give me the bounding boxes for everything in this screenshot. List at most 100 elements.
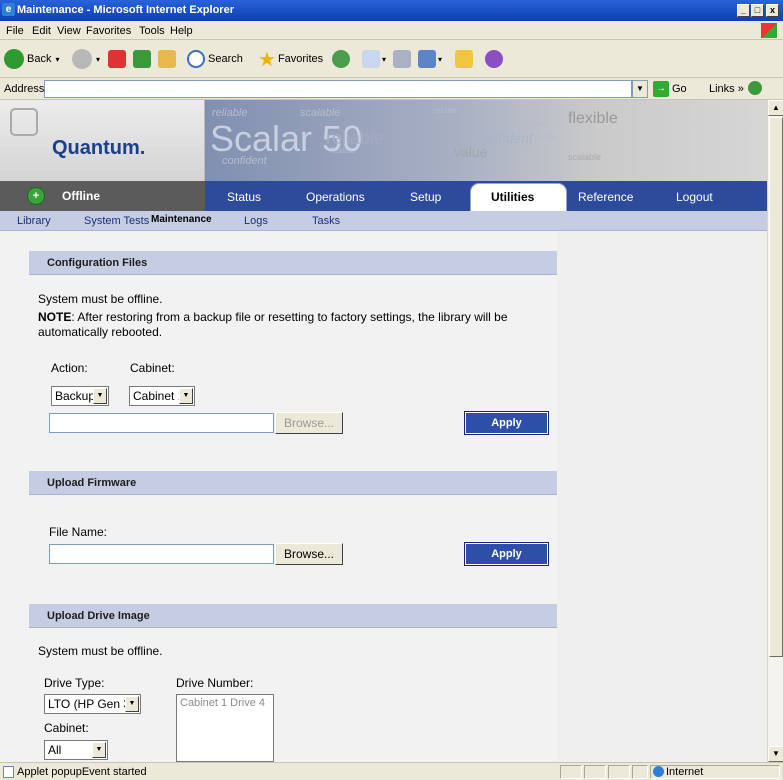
- nav-operations[interactable]: Operations: [306, 190, 365, 204]
- edit-icon: [418, 50, 436, 68]
- nav-reference[interactable]: Reference: [578, 190, 633, 204]
- watermark-word: value: [520, 144, 537, 151]
- subnav-tasks[interactable]: Tasks: [312, 215, 340, 227]
- refresh-icon: [133, 50, 151, 68]
- ie-icon: e: [2, 3, 15, 16]
- firmware-file-label: File Name:: [49, 525, 108, 539]
- watermark-word: reliable: [326, 128, 385, 148]
- drive-number-label: Drive Number:: [176, 676, 254, 690]
- menu-file[interactable]: File: [6, 25, 24, 37]
- go-button[interactable]: Go: [672, 83, 687, 95]
- chevron-down-icon: ▼: [179, 388, 193, 404]
- subnav-system-tests[interactable]: System Tests: [84, 215, 149, 227]
- refresh-button[interactable]: [133, 48, 151, 70]
- drive-number-list[interactable]: Cabinet 1 Drive 4: [176, 694, 274, 762]
- upload-firmware-title: Upload Firmware: [47, 477, 137, 489]
- links-button[interactable]: Links »: [709, 83, 744, 95]
- watermark-word: flexible: [568, 110, 618, 127]
- search-icon: [187, 50, 205, 68]
- note-text: : After restoring from a backup file or …: [71, 310, 508, 324]
- search-label: Search: [208, 53, 243, 65]
- config-browse-button[interactable]: Browse...: [275, 412, 343, 434]
- menu-bar: File Edit View Favorites Tools Help: [0, 21, 783, 40]
- firmware-file-input[interactable]: [49, 544, 274, 564]
- vertical-scrollbar[interactable]: ▲ ▼: [767, 100, 783, 762]
- mail-icon: [362, 50, 380, 68]
- discuss-icon: [455, 50, 473, 68]
- cabinet-value: Cabinet 1: [133, 389, 185, 403]
- back-button[interactable]: Back ▾: [4, 48, 59, 70]
- config-file-input[interactable]: [49, 413, 274, 433]
- history-button[interactable]: [332, 48, 350, 70]
- forward-button[interactable]: ▾: [72, 48, 100, 70]
- action-select[interactable]: Backup ▼: [51, 386, 109, 406]
- cabinet-select[interactable]: Cabinet 1 ▼: [129, 386, 195, 406]
- nav-status[interactable]: Status: [227, 190, 261, 204]
- favorites-button[interactable]: ★ Favorites: [258, 48, 323, 71]
- subnav-maintenance[interactable]: Maintenance: [151, 214, 212, 225]
- internet-globe-icon: [653, 766, 664, 777]
- status-bar: Applet popupEvent started Internet: [0, 762, 783, 780]
- mail-button[interactable]: ▾: [362, 48, 386, 70]
- scroll-thumb[interactable]: [769, 117, 783, 657]
- nav-logout[interactable]: Logout: [676, 190, 713, 204]
- chevron-down-icon: ▼: [93, 388, 107, 404]
- chevron-down-icon: ▼: [125, 696, 139, 712]
- drive-type-select[interactable]: LTO (HP Gen 3) ▼: [44, 694, 141, 714]
- maximize-button[interactable]: □: [751, 4, 764, 17]
- nav-utilities[interactable]: Utilities: [491, 190, 534, 204]
- drive-number-option[interactable]: Cabinet 1 Drive 4: [177, 695, 273, 711]
- status-panel: [560, 765, 582, 779]
- home-icon: [158, 50, 176, 68]
- upload-drive-title: Upload Drive Image: [47, 610, 150, 622]
- star-icon: ★: [258, 48, 276, 71]
- close-button[interactable]: x: [766, 4, 779, 17]
- address-dropdown-button[interactable]: ▼: [632, 80, 648, 98]
- upload-drive-header: Upload Drive Image: [29, 604, 557, 628]
- go-arrow-icon[interactable]: →: [653, 81, 669, 97]
- page-icon: [3, 766, 14, 778]
- scroll-down-button[interactable]: ▼: [768, 746, 783, 762]
- nav-setup[interactable]: Setup: [410, 190, 441, 204]
- drive-type-label: Drive Type:: [44, 676, 105, 690]
- stop-icon: [108, 50, 126, 68]
- drive-cabinet-value: All: [48, 743, 62, 757]
- toolbar-extension-icon[interactable]: [748, 81, 762, 95]
- status-panel: [608, 765, 630, 779]
- firmware-browse-button[interactable]: Browse...: [275, 543, 343, 565]
- subnav-library[interactable]: Library: [17, 215, 51, 227]
- address-input[interactable]: [44, 80, 632, 98]
- messenger-button[interactable]: [485, 48, 503, 70]
- config-apply-button[interactable]: Apply: [464, 411, 549, 435]
- firmware-apply-button[interactable]: Apply: [464, 542, 549, 566]
- menu-help[interactable]: Help: [170, 25, 193, 37]
- home-button[interactable]: [158, 48, 176, 70]
- back-label: Back: [27, 53, 52, 65]
- menu-edit[interactable]: Edit: [32, 25, 51, 37]
- menu-favorites[interactable]: Favorites: [86, 25, 131, 37]
- edit-button[interactable]: ▾: [418, 48, 442, 70]
- menu-tools[interactable]: Tools: [139, 25, 165, 37]
- quantum-logo: Quantum.: [52, 137, 146, 159]
- back-arrow-icon: [4, 49, 24, 69]
- watermark-word: scalable: [568, 152, 602, 162]
- drive-cabinet-label: Cabinet:: [44, 721, 89, 735]
- stop-button[interactable]: [108, 48, 126, 70]
- search-button[interactable]: Search: [187, 48, 243, 70]
- drive-cabinet-select[interactable]: All ▼: [44, 740, 108, 760]
- forward-arrow-icon: [72, 49, 92, 69]
- discuss-button[interactable]: [455, 48, 473, 70]
- window-title-bar[interactable]: e Maintenance - Microsoft Internet Explo…: [0, 0, 783, 21]
- watermark-word: reliable: [434, 108, 457, 115]
- minimize-button[interactable]: _: [737, 4, 750, 17]
- cabinet-label: Cabinet:: [130, 361, 175, 375]
- window-title: Maintenance - Microsoft Internet Explore…: [17, 4, 234, 16]
- config-files-header: Configuration Files: [29, 251, 557, 275]
- address-label: Address: [4, 83, 45, 95]
- security-zone: Internet: [666, 766, 704, 778]
- menu-view[interactable]: View: [57, 25, 81, 37]
- status-panel: [632, 765, 648, 779]
- subnav-logs[interactable]: Logs: [244, 215, 268, 227]
- print-button[interactable]: [393, 48, 411, 70]
- scroll-up-button[interactable]: ▲: [768, 100, 783, 116]
